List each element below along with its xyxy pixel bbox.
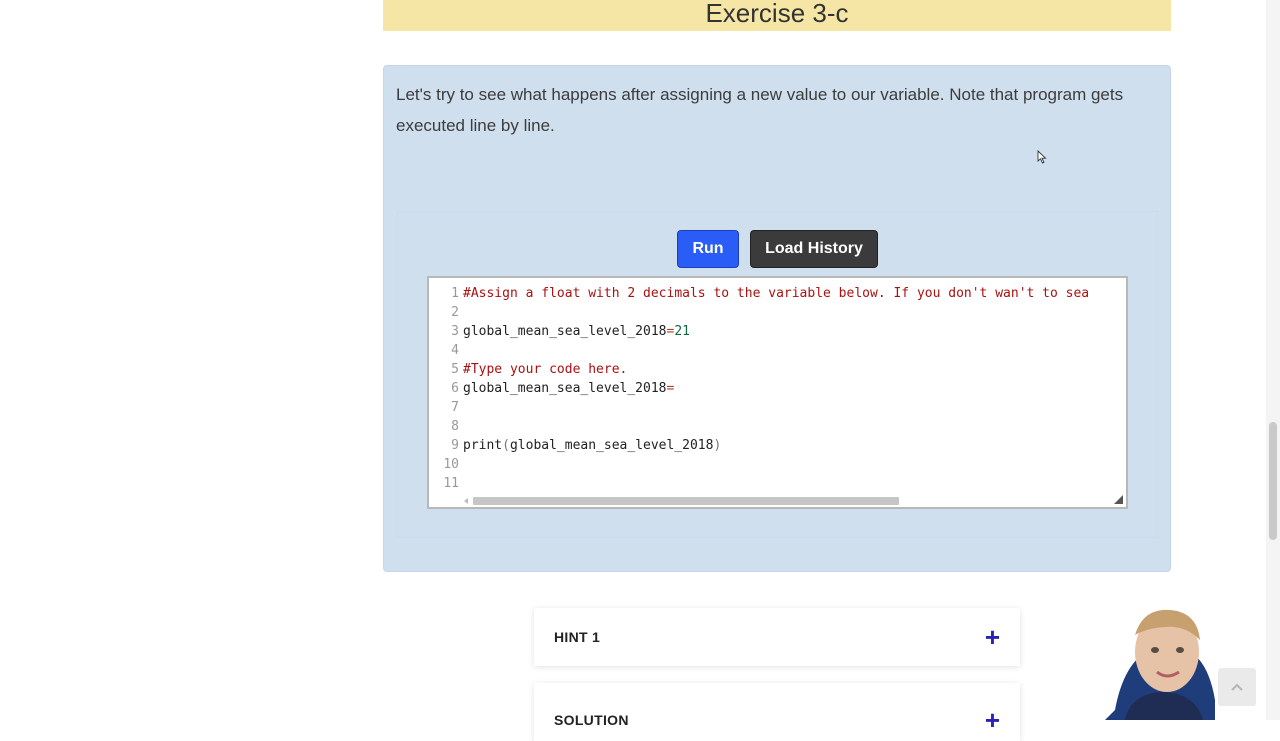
page-scrollbar[interactable] [1266, 0, 1280, 720]
hint-accordion[interactable]: HINT 1 + [534, 608, 1020, 666]
line-number: 1 [451, 286, 459, 301]
line-number: 3 [451, 324, 459, 339]
scroll-left-arrow-icon[interactable] [463, 497, 469, 505]
plus-icon[interactable]: + [985, 624, 1000, 650]
line-number: 6 [451, 381, 459, 396]
exercise-box: Let's try to see what happens after assi… [383, 65, 1171, 572]
line-number: 11 [443, 476, 459, 491]
code-lines: 1 #Assign a float with 2 decimals to the… [429, 284, 1126, 493]
code-operator: = [666, 381, 675, 396]
code-function: print [463, 438, 503, 453]
code-variable: global_mean_sea_level_2018 [463, 324, 667, 339]
editor-scroll-thumb[interactable] [473, 497, 899, 505]
code-paren-open: ( [502, 438, 510, 453]
code-line[interactable]: 1 #Assign a float with 2 decimals to the… [429, 284, 1126, 303]
code-line[interactable]: 4 [429, 341, 1126, 360]
line-number: 9 [451, 438, 459, 453]
chevron-up-icon [1231, 683, 1243, 691]
exercise-title: Exercise 3-c [705, 0, 849, 28]
code-editor[interactable]: 1 #Assign a float with 2 decimals to the… [427, 276, 1128, 509]
code-line[interactable]: 11 [429, 474, 1126, 493]
code-argument: global_mean_sea_level_2018 [509, 438, 714, 453]
line-number: 10 [443, 457, 459, 472]
code-line[interactable]: 3 global_mean_sea_level_2018 = 21 [429, 322, 1126, 341]
run-button[interactable]: Run [677, 230, 739, 268]
code-paren-close: ) [713, 438, 722, 453]
line-number: 5 [451, 362, 459, 377]
code-line[interactable]: 2 [429, 303, 1126, 322]
line-number: 7 [451, 400, 459, 415]
code-number: 21 [674, 324, 690, 339]
code-variable: global_mean_sea_level_2018 [463, 381, 667, 396]
hint-label: HINT 1 [554, 629, 601, 645]
code-line[interactable]: 6 global_mean_sea_level_2018 = [429, 379, 1126, 398]
back-to-top-button[interactable] [1218, 668, 1256, 706]
line-number: 2 [451, 305, 459, 320]
page-scrollbar-thumb[interactable] [1269, 422, 1277, 540]
webcam-presenter-image [1105, 609, 1215, 720]
code-line[interactable]: 7 [429, 398, 1126, 417]
exercise-description: Let's try to see what happens after assi… [396, 85, 1124, 135]
solution-accordion[interactable]: SOLUTION + [534, 683, 1020, 741]
code-line[interactable]: 5 #Type your code here. [429, 360, 1126, 379]
code-line[interactable]: 9 print(global_mean_sea_level_2018) [429, 436, 1126, 455]
line-number: 8 [451, 419, 459, 434]
code-comment: #Type your code here. [463, 362, 628, 377]
exercise-header: Exercise 3-c [383, 0, 1171, 31]
code-operator: = [666, 324, 675, 339]
code-comment: #Assign a float with 2 decimals to the v… [463, 286, 1090, 301]
line-number: 4 [451, 343, 459, 358]
mouse-pointer-icon [1037, 150, 1047, 164]
load-history-button[interactable]: Load History [750, 230, 878, 268]
code-line[interactable]: 8 [429, 417, 1126, 436]
code-line[interactable]: 10 [429, 455, 1126, 474]
plus-icon[interactable]: + [985, 707, 1000, 733]
resize-handle-icon[interactable] [1114, 495, 1123, 504]
solution-label: SOLUTION [554, 712, 629, 728]
editor-horizontal-scrollbar[interactable] [463, 496, 1118, 505]
